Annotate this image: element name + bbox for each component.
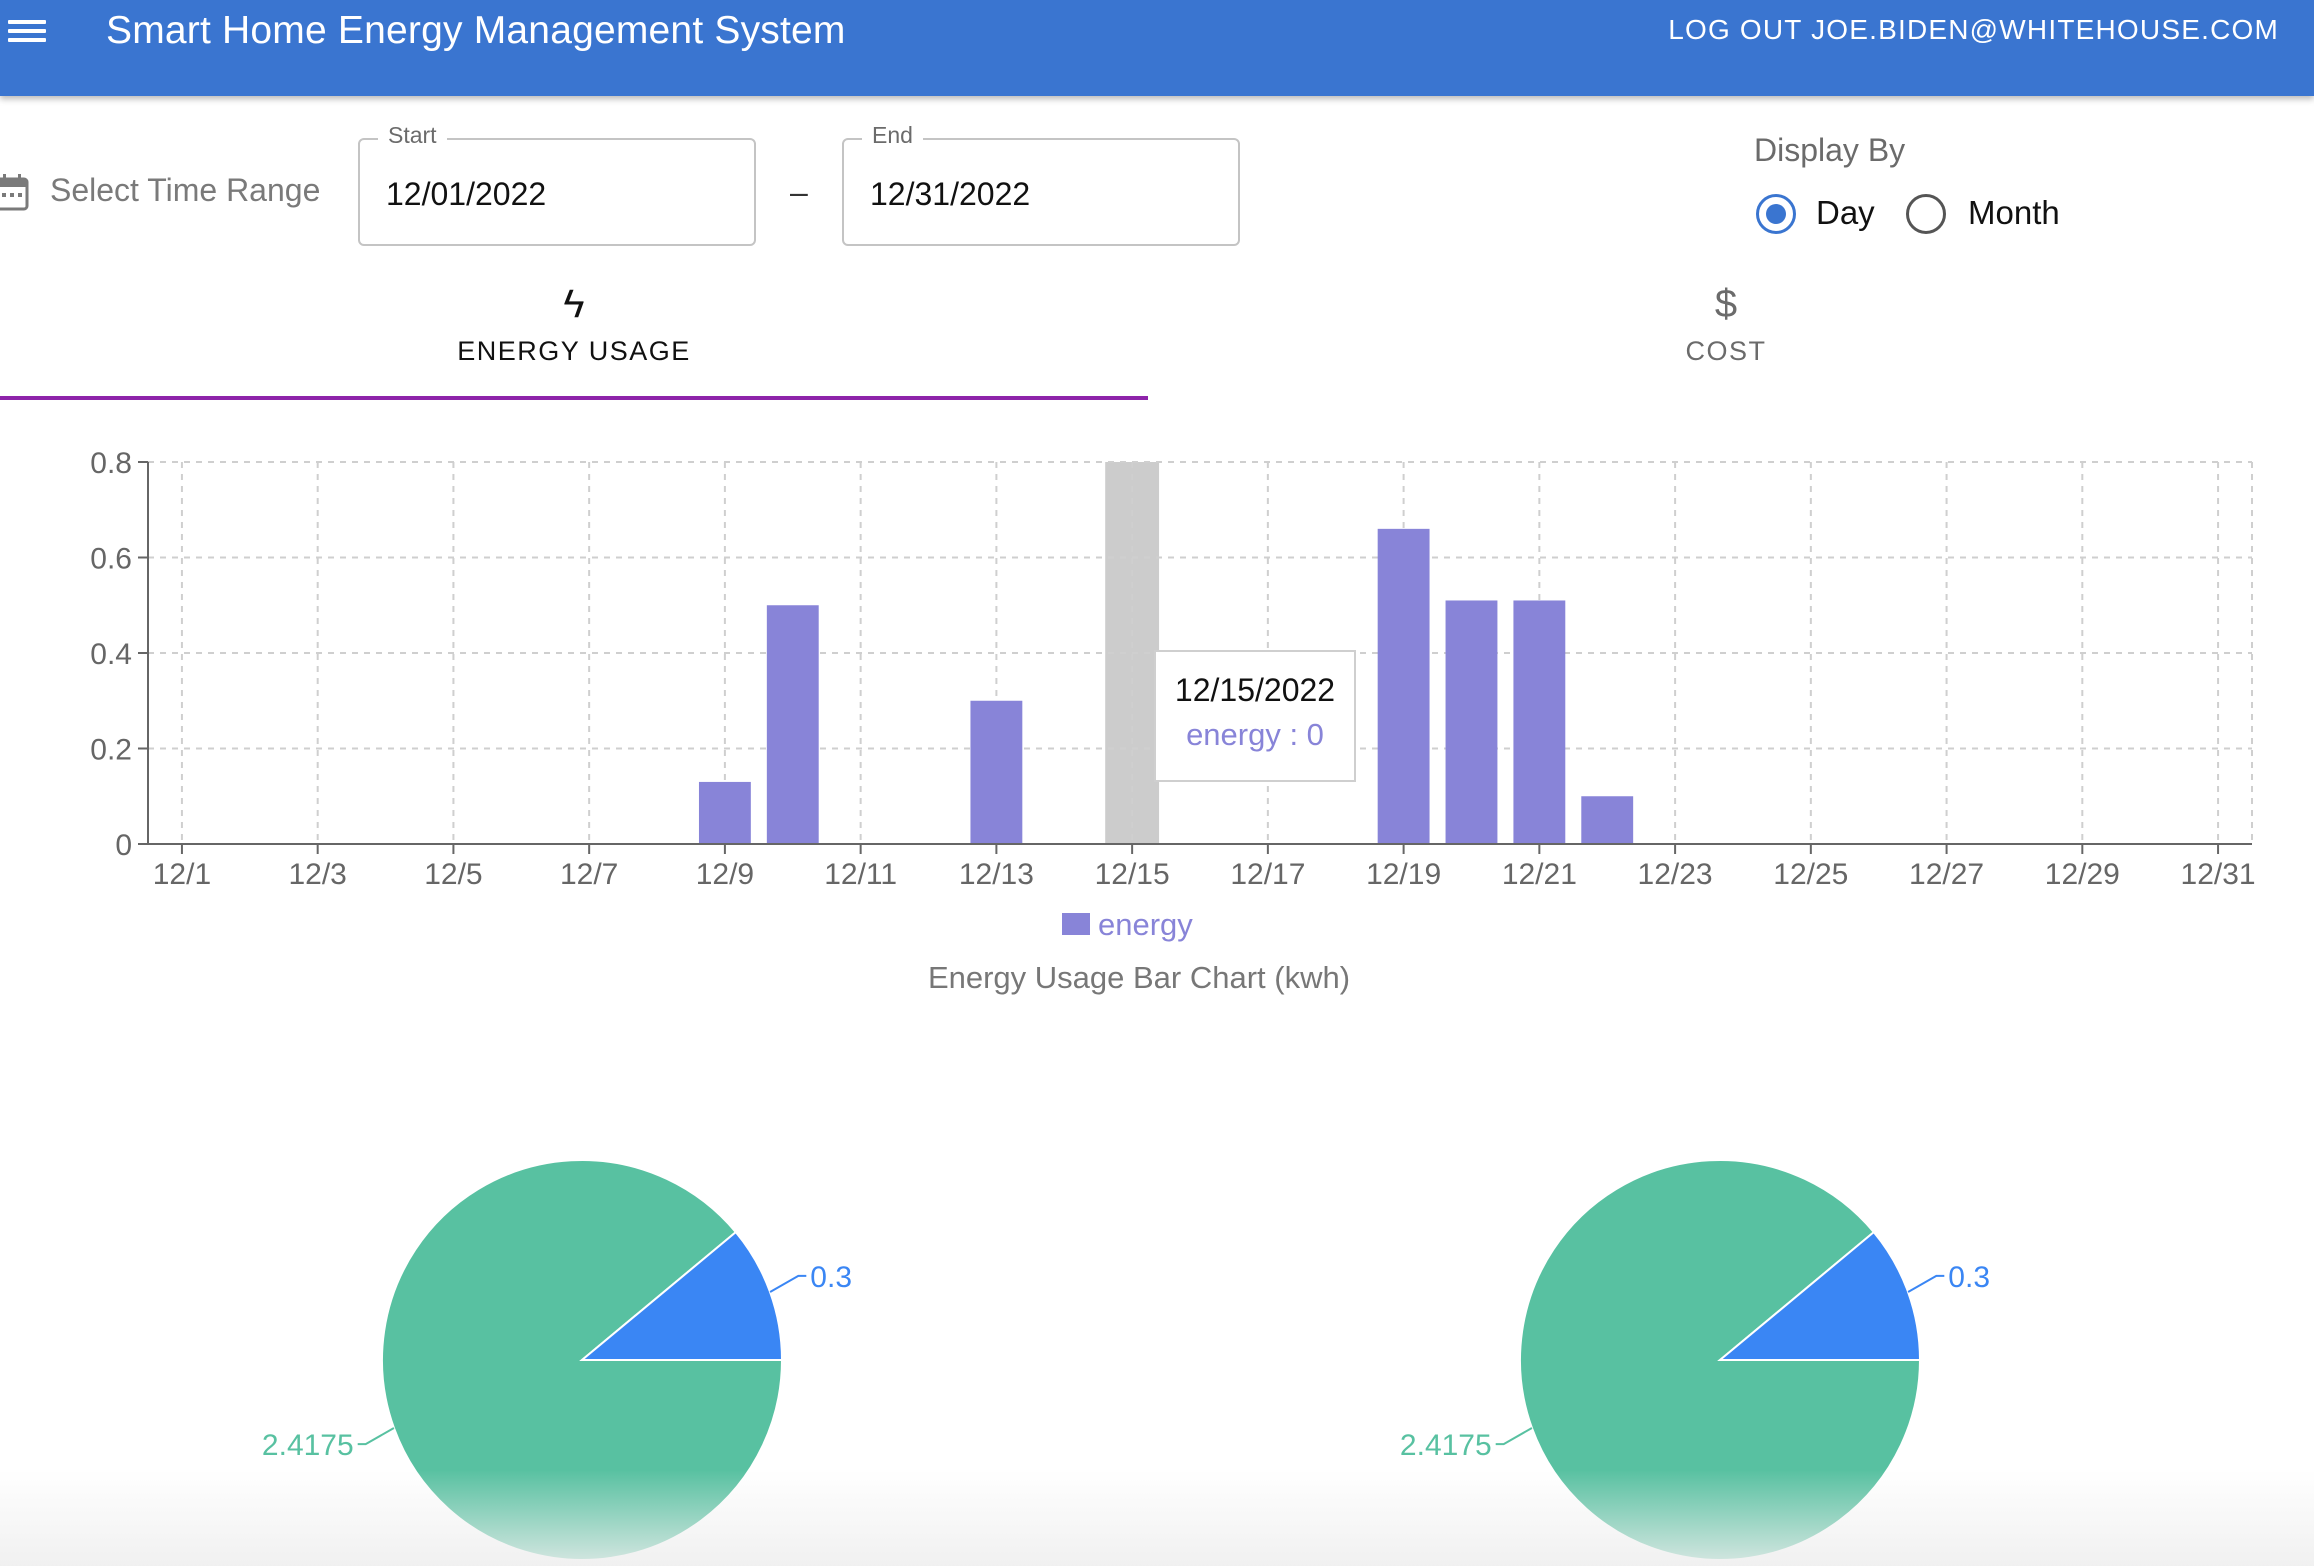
start-date-value[interactable]: 12/01/2022 <box>386 176 546 213</box>
logout-button[interactable]: LOG OUT JOE.BIDEN@WHITEHOUSE.COM <box>1668 14 2279 46</box>
x-tick-label: 12/9 <box>696 858 754 891</box>
bar-energy-12-10 <box>766 605 819 844</box>
radio-month-label[interactable]: Month <box>1968 194 2060 232</box>
y-tick-label: 0.2 <box>90 734 132 767</box>
pie-leader-large <box>1495 1427 1533 1446</box>
pie-leader-small <box>769 1274 807 1293</box>
tooltip-value: energy : 0 <box>1186 717 1324 752</box>
radio-day-dot <box>1766 204 1786 224</box>
end-date-label: End <box>862 122 923 149</box>
x-tick-label: 12/13 <box>959 858 1034 891</box>
x-tick-label: 12/11 <box>824 858 897 891</box>
pie-label-large: 2.4175 <box>1400 1429 1492 1462</box>
x-tick-label: 12/17 <box>1230 858 1305 891</box>
radio-month[interactable] <box>1906 194 1946 234</box>
radio-day-label[interactable]: Day <box>1816 194 1875 232</box>
chart-tooltip: 12/15/2022 energy : 0 <box>1154 650 1356 782</box>
tab-indicator <box>0 396 1148 400</box>
x-tick-label: 12/23 <box>1638 858 1713 891</box>
y-tick-label: 0.6 <box>90 543 132 576</box>
tab-cost[interactable]: $ COST <box>1152 280 2300 400</box>
calendar-icon[interactable] <box>0 172 30 212</box>
start-date-label: Start <box>378 122 447 149</box>
pie-leader-small <box>1907 1274 1945 1293</box>
x-tick-label: 12/21 <box>1502 858 1577 891</box>
y-tick-label: 0 <box>115 829 132 862</box>
end-date-field[interactable]: End 12/31/2022 <box>842 122 1240 246</box>
legend-label: energy <box>1098 907 1193 942</box>
app-title: Smart Home Energy Management System <box>106 9 846 52</box>
bar-energy-12-13 <box>970 700 1023 844</box>
chart-title: Energy Usage Bar Chart (kwh) <box>928 960 1350 995</box>
bar-energy-12-19 <box>1377 528 1430 844</box>
energy-charts: 0 0.2 0.4 0.6 0.8 12/1 12/3 12/5 12/7 12/9 12/11 12… <box>90 447 2256 1560</box>
x-tick-label: 12/3 <box>288 858 346 891</box>
x-tick-label: 12/25 <box>1773 858 1848 891</box>
x-tick-label: 12/5 <box>424 858 482 891</box>
display-by-label: Display By <box>1754 132 1906 168</box>
tab-cost-label: COST <box>1685 336 1767 366</box>
pie-label-small: 0.3 <box>810 1261 852 1294</box>
legend-swatch <box>1062 913 1090 935</box>
time-range-label: Select Time Range <box>50 172 321 208</box>
x-tick-label: 12/29 <box>2045 858 2120 891</box>
bar-energy-12-22 <box>1581 796 1634 844</box>
y-tick-label: 0.8 <box>90 447 132 480</box>
lightning-bolt-icon: ϟ <box>563 282 585 326</box>
tab-energy-usage[interactable]: ϟ ENERGY USAGE <box>0 280 1148 400</box>
start-date-field[interactable]: Start 12/01/2022 <box>358 122 756 246</box>
x-tick-label: 12/27 <box>1909 858 1984 891</box>
app-bar: Smart Home Energy Management System LOG … <box>0 0 2314 96</box>
tooltip-date: 12/15/2022 <box>1174 672 1336 708</box>
radio-day[interactable] <box>1756 194 1796 234</box>
pie-label-small: 0.3 <box>1948 1261 1990 1294</box>
bar-energy-12-9 <box>698 781 751 844</box>
y-tick-label: 0.4 <box>90 638 132 671</box>
tab-energy-usage-label: ENERGY USAGE <box>457 336 691 366</box>
dollar-icon: $ <box>1714 282 1738 326</box>
x-tick-label: 12/7 <box>560 858 618 891</box>
x-tick-label: 12/31 <box>2181 858 2256 891</box>
menu-icon[interactable] <box>8 14 50 48</box>
pie-label-large: 2.4175 <box>262 1429 354 1462</box>
bar-energy-12-21 <box>1513 600 1566 844</box>
end-date-value[interactable]: 12/31/2022 <box>870 176 1030 213</box>
x-tick-label: 12/15 <box>1095 858 1170 891</box>
range-separator: – <box>790 174 808 210</box>
x-tick-label: 12/19 <box>1366 858 1441 891</box>
bar-energy-12-20 <box>1445 600 1498 844</box>
pie-leader-large <box>357 1427 395 1446</box>
x-tick-label: 12/1 <box>153 858 211 891</box>
